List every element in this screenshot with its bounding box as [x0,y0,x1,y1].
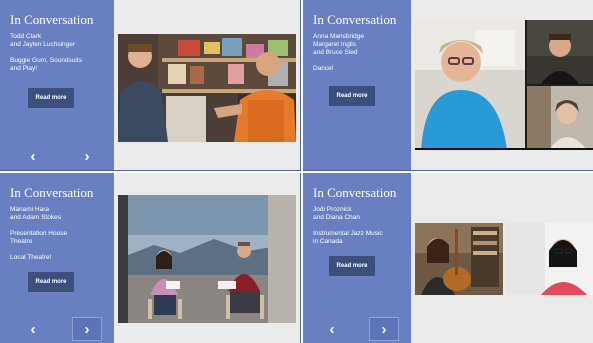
card-title: In Conversation [10,185,94,200]
conversation-grid: In Conversation Todd Clark and Jaylen Lu… [0,0,593,343]
card-text-line: Instrumental Jazz Music [313,230,383,237]
card-title: In Conversation [313,12,397,27]
read-more-button[interactable]: Read more [329,256,375,276]
line-spacer [313,222,411,230]
chevron-right-icon: › [381,320,387,338]
card-info-panel: In Conversation Anna Mansbridge Margaret… [303,0,411,170]
previous-arrow[interactable]: ‹ [18,317,48,341]
video-call-grid [415,20,593,150]
video-thumbnail[interactable] [118,34,296,142]
conversation-card-3: In Conversation Manami Hara and Adam Sto… [0,173,301,343]
card-text-line: and Bruce Sled [313,49,358,56]
line-spacer [10,246,114,254]
conversation-card-2: In Conversation Anna Mansbridge Margaret… [303,0,593,171]
previous-arrow[interactable]: ‹ [18,144,48,168]
chevron-left-icon: ‹ [30,320,36,338]
card-text-line: and Play! [10,65,38,72]
video-thumbnail[interactable] [118,195,296,323]
card-text-line: Todd Clark [10,33,42,40]
stage-reading-photo [118,195,296,323]
chevron-left-icon: ‹ [30,147,36,165]
chevron-left-icon: ‹ [329,320,335,338]
video-call-thumbnail[interactable] [415,20,593,150]
card-info-panel: In Conversation Jodi Proznick and Diana … [303,173,411,343]
card-info-panel: In Conversation Manami Hara and Adam Sto… [0,173,114,343]
card-text-line: Presentation House [10,230,68,237]
read-more-button[interactable]: Read more [28,272,74,292]
card-text-line: Anna Mansbridge [313,33,364,40]
card-text-line: Manami Hara [10,206,50,213]
card-media [114,173,300,343]
previous-arrow[interactable]: ‹ [317,317,347,341]
card-text-line: Local Theatre! [10,254,52,261]
card-text-line: Jodi Proznick [313,206,352,213]
chevron-right-icon: › [84,320,90,338]
card-text-line: in Canada [313,238,343,245]
next-arrow[interactable]: › [72,317,102,341]
video-call-thumbnail[interactable] [415,223,593,295]
duo-video-call [415,223,593,295]
line-spacer [313,57,411,65]
conversation-card-4: In Conversation Jodi Proznick and Diana … [303,173,593,343]
conversation-photo [118,34,296,142]
card-text-line: Buggle Gum, Soundsuits [10,57,82,64]
card-info-panel: In Conversation Todd Clark and Jaylen Lu… [0,0,114,170]
next-arrow[interactable]: › [369,317,399,341]
card-media [411,0,593,170]
card-text-line: Theatre [10,238,33,245]
chevron-right-icon: › [84,147,90,165]
card-text-line: and Adam Stokes [10,214,61,221]
card-text-line: Margaret Inglis [313,41,356,48]
card-media [411,173,593,343]
conversation-card-1: In Conversation Todd Clark and Jaylen Lu… [0,0,301,171]
read-more-button[interactable]: Read more [28,88,74,108]
card-text-line: and Diana Chan [313,214,360,221]
line-spacer [10,222,114,230]
card-text-line: and Jaylen Luchsinger [10,41,76,48]
card-title: In Conversation [10,12,94,27]
line-spacer [10,49,114,57]
next-arrow[interactable]: › [72,144,102,168]
card-text-line: Dance! [313,65,334,72]
card-media [114,0,300,170]
card-title: In Conversation [313,185,397,200]
read-more-button[interactable]: Read more [329,86,375,106]
